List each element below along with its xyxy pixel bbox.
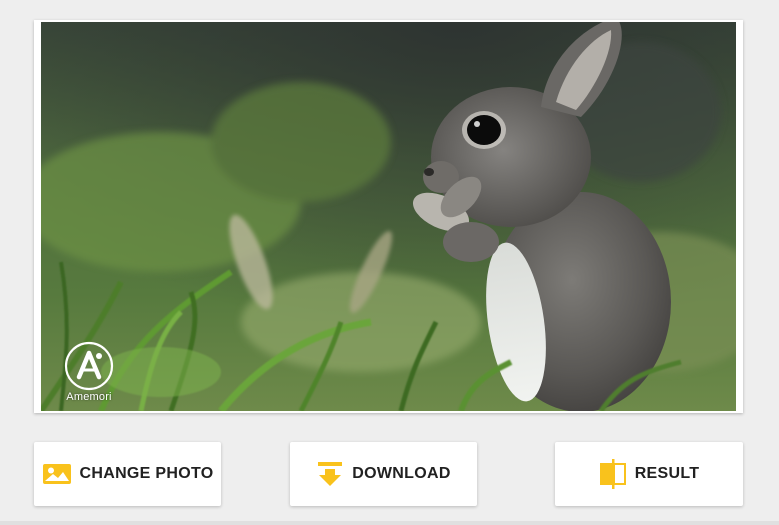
change-photo-label: CHANGE PHOTO — [79, 465, 214, 482]
download-button[interactable]: DOWNLOAD — [290, 442, 477, 506]
photo-preview: Amemori — [41, 22, 736, 411]
download-label: DOWNLOAD — [352, 465, 451, 482]
amemori-logo-icon — [64, 341, 114, 391]
image-icon — [42, 462, 72, 486]
watermark-label: Amemori — [66, 391, 112, 403]
amemori-watermark: Amemori — [59, 340, 119, 410]
rabbit-photo — [41, 22, 736, 411]
bottom-divider — [0, 521, 779, 525]
change-photo-button[interactable]: CHANGE PHOTO — [34, 442, 221, 506]
result-label: RESULT — [634, 465, 700, 482]
compare-icon — [599, 459, 627, 489]
photo-card: Amemori — [34, 20, 743, 413]
result-button[interactable]: RESULT — [555, 442, 743, 506]
download-icon — [316, 461, 344, 487]
